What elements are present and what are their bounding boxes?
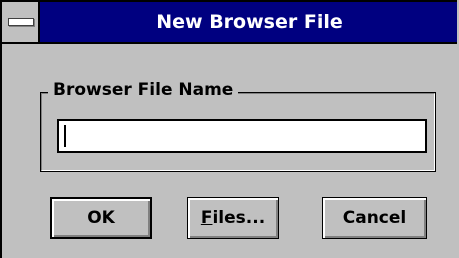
files-mnemonic: F (200, 208, 213, 228)
new-browser-file-dialog: New Browser File Browser File Name OK Fi… (0, 0, 457, 258)
browser-file-name-input[interactable] (57, 119, 427, 153)
group-label: Browser File Name (48, 79, 239, 101)
system-menu-button[interactable] (2, 2, 40, 42)
ok-button[interactable]: OK (50, 197, 152, 239)
cancel-button[interactable]: Cancel (322, 197, 427, 239)
title-bar[interactable]: New Browser File (2, 2, 457, 44)
files-button[interactable]: Files... (187, 197, 279, 239)
dialog-title: New Browser File (156, 11, 343, 33)
system-menu-icon (8, 18, 34, 26)
ok-button-label: OK (87, 208, 115, 228)
cancel-button-label: Cancel (342, 208, 407, 228)
text-caret (64, 125, 66, 147)
files-button-label: iles... (212, 208, 266, 228)
